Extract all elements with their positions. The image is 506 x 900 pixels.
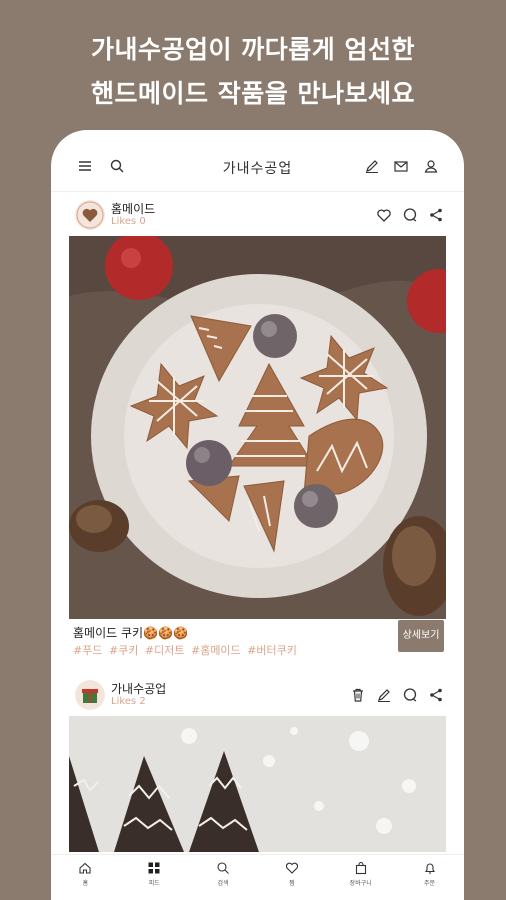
phone-frame: 가내수공업 홈메이드 Likes 0 홈메이드 쿠키🍪🍪🍪 #푸드 #쿠키 #디… [51, 130, 464, 900]
pencil-icon[interactable] [364, 158, 382, 176]
post-header: 홈메이드 Likes 0 [51, 192, 464, 234]
nav-home[interactable]: 홈 [51, 855, 120, 900]
post-photo[interactable] [69, 716, 446, 852]
promo-line-2: 핸드메이드 작품을 만나보세요 [91, 79, 415, 108]
nav-orders[interactable]: 주문 [395, 855, 464, 900]
user-icon[interactable] [423, 158, 441, 176]
promo-banner: 가내수공업이 까다롭게 엄선한 핸드메이드 작품을 만나보세요 [0, 28, 506, 116]
nav-label: 찜 [289, 880, 295, 887]
nav-feed[interactable]: 피드 [120, 855, 189, 900]
home-icon [79, 862, 91, 874]
nav-cart[interactable]: 장바구니 [326, 855, 395, 900]
comment-icon[interactable] [402, 207, 418, 223]
heart-icon [285, 862, 298, 874]
promo-line-1: 가내수공업이 까다롭게 엄선한 [91, 35, 415, 64]
post-tags[interactable]: #푸드 #쿠키 #디저트 #홈메이드 #버터쿠키 [73, 642, 297, 658]
search-icon [217, 862, 229, 874]
nav-label: 홈 [82, 880, 89, 887]
share-icon[interactable] [428, 207, 444, 223]
heart-icon[interactable] [376, 207, 392, 223]
post-likes: Likes 2 [111, 696, 146, 707]
post-header: 가내수공업 Likes 2 [51, 672, 464, 714]
post-username[interactable]: 가내수공업 [111, 680, 166, 697]
trash-icon[interactable] [350, 687, 366, 703]
share-icon[interactable] [428, 687, 444, 703]
post-photo[interactable] [69, 236, 446, 619]
nav-wishlist[interactable]: 찜 [257, 855, 326, 900]
pencil-icon[interactable] [376, 687, 392, 703]
bell-icon [424, 863, 435, 874]
avatar[interactable] [75, 200, 105, 230]
nav-label: 피드 [148, 880, 160, 887]
bottom-nav: 홈 피드 검색 찜 장바구니 주문 [51, 854, 464, 900]
top-bar: 가내수공업 [51, 130, 464, 192]
post-caption: 홈메이드 쿠키🍪🍪🍪 [73, 626, 188, 640]
bag-icon [355, 861, 366, 875]
nav-label: 주문 [424, 880, 436, 887]
detail-button[interactable]: 상세보기 [398, 620, 444, 652]
comment-icon[interactable] [402, 687, 418, 703]
post-actions [350, 687, 444, 703]
nav-label: 장바구니 [349, 880, 372, 887]
avatar[interactable] [75, 680, 105, 710]
nav-search[interactable]: 검색 [189, 855, 258, 900]
nav-label: 검색 [217, 880, 229, 887]
mail-icon[interactable] [393, 158, 411, 176]
post-username[interactable]: 홈메이드 [111, 200, 155, 217]
post-actions [376, 207, 444, 223]
post-likes: Likes 0 [111, 216, 146, 227]
feed-post: 홈메이드 Likes 0 [51, 192, 464, 234]
grid-icon [148, 862, 160, 874]
